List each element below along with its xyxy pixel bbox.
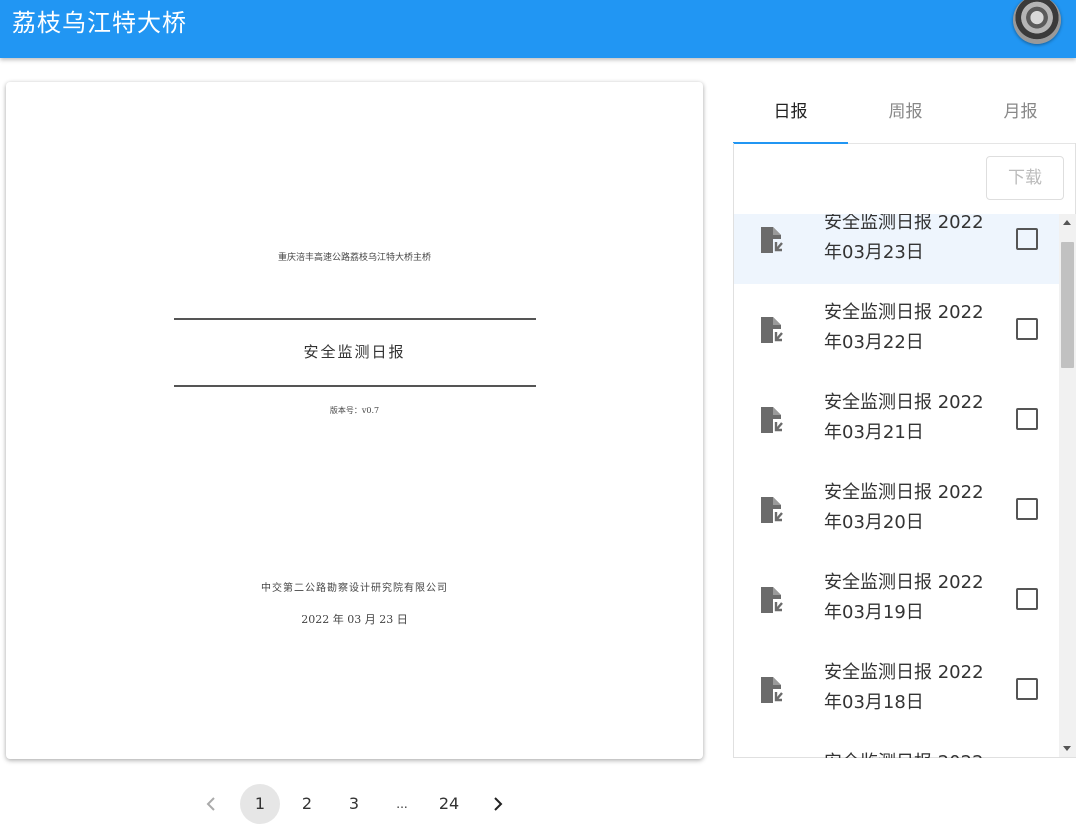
report-label: 安全监测日报 2022 年03月18日 (824, 658, 1014, 718)
scroll-down-icon[interactable] (1063, 746, 1071, 751)
file-download-icon (761, 587, 783, 613)
report-checkbox[interactable] (1016, 498, 1038, 520)
report-label-line-1: 安全监测日报 2022 (824, 302, 984, 323)
download-button[interactable]: 下载 (986, 156, 1064, 200)
avatar[interactable] (1013, 0, 1061, 44)
report-label: 安全监测日报 2022 年03月20日 (824, 478, 1014, 538)
app-title: 荔枝乌江特大桥 (12, 9, 187, 37)
report-label-line-2: 年03月20日 (824, 512, 924, 533)
report-checkbox[interactable] (1016, 588, 1038, 610)
tab-monthly[interactable]: 月报 (963, 82, 1076, 142)
app-bar: 荔枝乌江特大桥 (0, 0, 1076, 58)
report-checkbox[interactable] (1016, 408, 1038, 430)
scrollbar[interactable] (1059, 214, 1076, 757)
report-checkbox[interactable] (1016, 318, 1038, 340)
tab-daily[interactable]: 日报 (733, 82, 848, 142)
chevron-left-icon[interactable] (192, 784, 232, 824)
page-button-24[interactable]: 24 (429, 784, 469, 824)
document-top-rule (174, 318, 536, 320)
report-label-line-1: 安全监测日报 2022 (824, 748, 1014, 758)
file-download-icon (761, 317, 783, 343)
report-label: 安全监测日报 2022 年03月23日 (824, 214, 1014, 268)
report-checkbox[interactable] (1016, 678, 1038, 700)
report-label-line-1: 安全监测日报 2022 (824, 572, 984, 593)
tab-weekly[interactable]: 周报 (848, 82, 963, 142)
report-label-line-2: 年03月23日 (824, 242, 924, 263)
list-item[interactable]: 安全监测日报 2022 年03月18日 (734, 644, 1059, 734)
report-list-panel: 下载 安全监测日报 2022 年03月23日 安全监测日报 2022 年03月2… (733, 143, 1076, 758)
page-button-1[interactable]: 1 (240, 784, 280, 824)
document-org-line: 重庆涪丰高速公路荔枝乌江特大桥主桥 (277, 253, 431, 263)
report-label: 安全监测日报 2022 年03月19日 (824, 568, 1014, 628)
report-label-line-2: 年03月19日 (824, 602, 924, 623)
scroll-up-icon[interactable] (1063, 220, 1071, 225)
report-label-line-1: 安全监测日报 2022 (824, 214, 984, 233)
page-ellipsis: ... (396, 797, 408, 811)
list-item[interactable]: 安全监测日报 2022 年03月19日 (734, 554, 1059, 644)
report-label-line-1: 安全监测日报 2022 (824, 482, 984, 503)
report-label-line-2: 年03月18日 (824, 692, 924, 713)
report-label-line-1: 安全监测日报 2022 (824, 662, 984, 683)
document-preview: 重庆涪丰高速公路荔枝乌江特大桥主桥 安全监测日报 版本号：v0.7 中交第二公路… (6, 82, 703, 759)
page-button-3[interactable]: 3 (334, 784, 374, 824)
file-download-icon (761, 497, 783, 523)
list-item[interactable]: 安全监测日报 2022 年03月22日 (734, 284, 1059, 374)
document-bottom-rule (174, 385, 536, 387)
report-label-line-1: 安全监测日报 2022 (824, 392, 984, 413)
report-tabs: 日报 周报 月报 (733, 82, 1076, 144)
report-label-line-2: 年03月22日 (824, 332, 924, 353)
list-item[interactable]: 安全监测日报 2022 年03月21日 (734, 374, 1059, 464)
document-company: 中交第二公路勘察设计研究院有限公司 (261, 583, 448, 594)
report-label-line-2: 年03月21日 (824, 422, 924, 443)
list-item[interactable]: 安全监测日报 2022 年03月17日 (734, 734, 1059, 758)
report-list: 安全监测日报 2022 年03月23日 安全监测日报 2022 年03月22日 … (734, 214, 1059, 758)
scrollbar-thumb[interactable] (1061, 242, 1074, 368)
report-label: 安全监测日报 2022 年03月22日 (824, 298, 1014, 358)
report-label: 安全监测日报 2022 年03月21日 (824, 388, 1014, 448)
chevron-right-icon[interactable] (477, 784, 517, 824)
list-item[interactable]: 安全监测日报 2022 年03月20日 (734, 464, 1059, 554)
report-label: 安全监测日报 2022 年03月17日 (824, 748, 1014, 758)
file-download-icon (761, 677, 783, 703)
list-item[interactable]: 安全监测日报 2022 年03月23日 (734, 214, 1059, 284)
page-button-2[interactable]: 2 (287, 784, 327, 824)
file-download-icon (761, 227, 783, 253)
document-title: 安全监测日报 (303, 343, 406, 361)
report-checkbox[interactable] (1016, 228, 1038, 250)
document-version: 版本号：v0.7 (329, 406, 380, 415)
document-date: 2022 年 03 月 23 日 (301, 613, 408, 626)
file-download-icon (761, 407, 783, 433)
